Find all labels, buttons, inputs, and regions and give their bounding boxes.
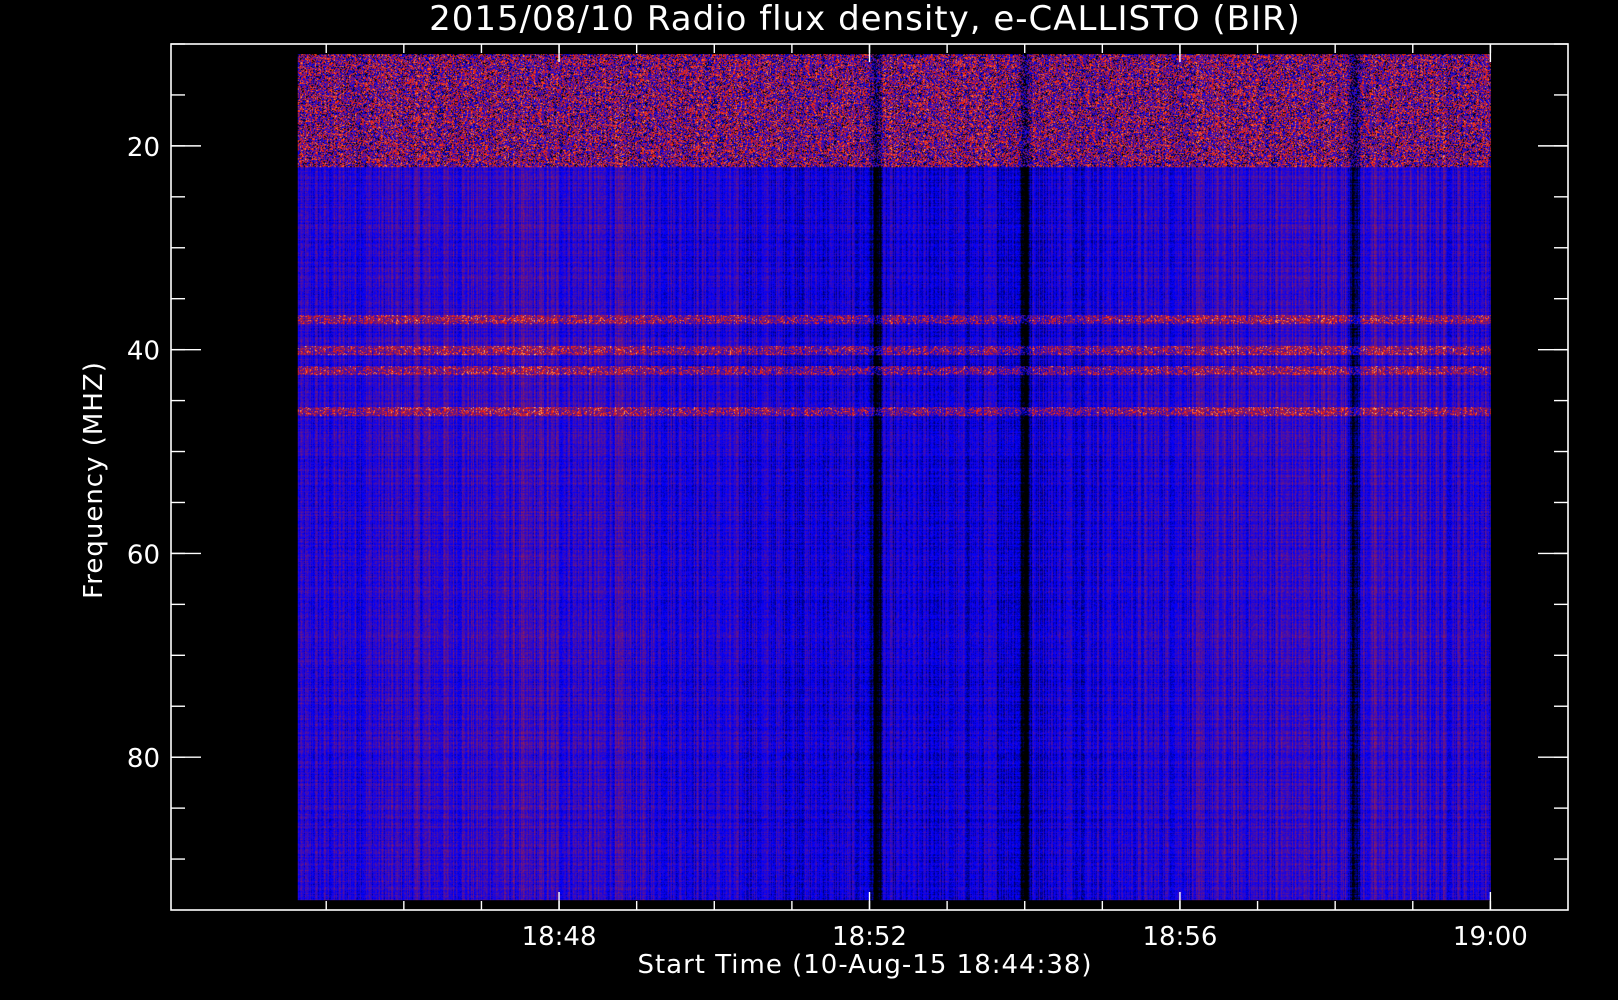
- y-tick-label: 20: [127, 133, 160, 163]
- y-tick-label: 60: [127, 540, 160, 570]
- x-tick-label: 18:56: [1142, 922, 1217, 952]
- spectrogram-chart: 2015/08/10 Radio flux density, e-CALLIST…: [79, 0, 1569, 980]
- x-tick-label: 18:48: [522, 922, 597, 952]
- x-axis-label: Start Time (10-Aug-15 18:44:38): [637, 950, 1092, 980]
- y-tick-label: 40: [127, 337, 160, 367]
- y-axis-label: Frequency (MHZ): [79, 361, 109, 599]
- chart-title: 2015/08/10 Radio flux density, e-CALLIST…: [429, 0, 1301, 39]
- x-tick-label: 18:52: [832, 922, 907, 952]
- spectrogram-heatmap: [297, 54, 1491, 901]
- x-tick-label: 19:00: [1453, 922, 1528, 952]
- y-tick-label: 80: [127, 744, 160, 774]
